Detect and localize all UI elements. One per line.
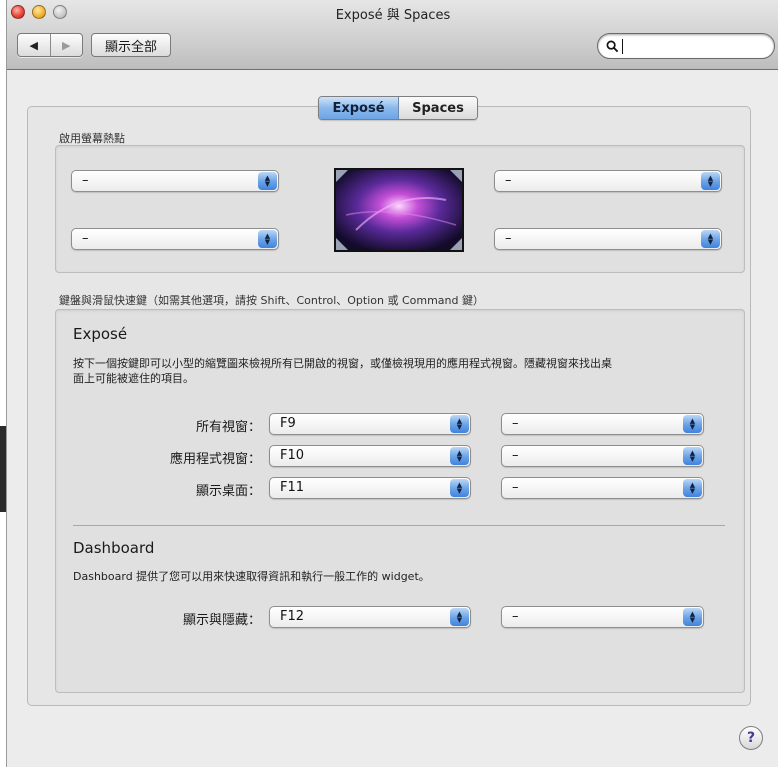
- show-desktop-label: 顯示桌面：: [195, 484, 261, 499]
- back-arrow-icon: ◀: [29, 38, 38, 52]
- application-windows-key-value: F10: [280, 448, 305, 463]
- application-windows-label: 應用程式視窗：: [169, 452, 261, 467]
- show-desktop-mouse-value: –: [512, 480, 519, 495]
- hot-corner-bottom-right-value: –: [505, 231, 512, 246]
- application-windows-key-popup[interactable]: F10 ▲ ▼: [269, 445, 471, 467]
- hot-corner-top-left-popup[interactable]: – ▲ ▼: [71, 170, 279, 192]
- show-all-button[interactable]: 顯示全部: [91, 33, 171, 57]
- hot-corner-top-right-popup[interactable]: – ▲ ▼: [494, 170, 722, 192]
- application-windows-mouse-value: –: [512, 448, 519, 463]
- popup-arrows-icon: ▲ ▼: [701, 172, 720, 190]
- popup-arrows-icon: ▲ ▼: [683, 447, 702, 465]
- popup-arrows-icon: ▲ ▼: [450, 608, 469, 626]
- back-forward-control: ◀ ▶: [17, 33, 83, 57]
- dashboard-mouse-popup[interactable]: – ▲ ▼: [501, 606, 704, 628]
- show-desktop-key-popup[interactable]: F11 ▲ ▼: [269, 477, 471, 499]
- all-windows-mouse-value: –: [512, 416, 519, 431]
- forward-arrow-icon: ▶: [62, 38, 71, 52]
- popup-arrows-icon: ▲ ▼: [701, 230, 720, 248]
- dashboard-key-value: F12: [280, 609, 305, 624]
- search-field[interactable]: [597, 33, 775, 59]
- window-title: Exposé 與 Spaces: [335, 8, 451, 23]
- hot-corner-bottom-left-popup[interactable]: – ▲ ▼: [71, 228, 279, 250]
- window-toolbar: Exposé 與 Spaces ◀ ▶ 顯示全部: [7, 0, 778, 70]
- all-windows-key-value: F9: [280, 416, 296, 431]
- application-windows-mouse-popup[interactable]: – ▲ ▼: [501, 445, 704, 467]
- tab-control: Exposé Spaces: [318, 96, 478, 120]
- back-button[interactable]: ◀: [18, 34, 51, 56]
- popup-arrows-icon: ▲ ▼: [450, 415, 469, 433]
- dashboard-description: Dashboard 提供了您可以用來快速取得資訊和執行一般工作的 widget。: [73, 570, 430, 583]
- expose-description-line-2: 面上可能被遮住的項目。: [73, 372, 194, 385]
- popup-arrows-icon: ▲ ▼: [450, 479, 469, 497]
- dashboard-key-popup[interactable]: F12 ▲ ▼: [269, 606, 471, 628]
- popup-arrows-icon: ▲ ▼: [683, 415, 702, 433]
- show-hide-dashboard-label: 顯示與隱藏：: [182, 613, 261, 628]
- help-question-icon: ?: [746, 730, 756, 746]
- shortcuts-section-label: 鍵盤與滑鼠快速鍵（如需其他選項，請按 Shift、Control、Option …: [59, 294, 484, 307]
- popup-arrows-icon: ▲ ▼: [258, 230, 277, 248]
- galaxy-wallpaper-image: [336, 170, 462, 250]
- popup-arrows-icon: ▲ ▼: [450, 447, 469, 465]
- hot-corner-bottom-left-value: –: [82, 231, 89, 246]
- all-windows-key-popup[interactable]: F9 ▲ ▼: [269, 413, 471, 435]
- hot-corner-top-right-value: –: [505, 173, 512, 188]
- tab-expose[interactable]: Exposé: [319, 97, 399, 119]
- preferences-window: Exposé 與 Spaces ◀ ▶ 顯示全部 Exposé Spaces 啟…: [6, 0, 778, 767]
- tab-spaces[interactable]: Spaces: [399, 97, 477, 119]
- screen-preview-thumbnail: [334, 168, 464, 252]
- show-desktop-key-value: F11: [280, 480, 305, 495]
- search-icon: [606, 40, 619, 52]
- forward-button[interactable]: ▶: [51, 34, 83, 56]
- dashboard-heading: Dashboard: [73, 539, 155, 557]
- hot-corner-bottom-right-popup[interactable]: – ▲ ▼: [494, 228, 722, 250]
- dashboard-mouse-value: –: [512, 609, 519, 624]
- hot-corner-top-left-value: –: [82, 173, 89, 188]
- hot-corners-label: 啟用螢幕熱點: [59, 132, 125, 145]
- text-cursor: [622, 38, 623, 54]
- all-windows-label: 所有視窗：: [195, 420, 261, 435]
- help-button[interactable]: ?: [739, 726, 763, 750]
- all-windows-mouse-popup[interactable]: – ▲ ▼: [501, 413, 704, 435]
- show-desktop-mouse-popup[interactable]: – ▲ ▼: [501, 477, 704, 499]
- popup-arrows-icon: ▲ ▼: [683, 608, 702, 626]
- popup-arrows-icon: ▲ ▼: [683, 479, 702, 497]
- expose-heading: Exposé: [73, 325, 128, 343]
- popup-arrows-icon: ▲ ▼: [258, 172, 277, 190]
- expose-description-line-1: 按下一個按鍵即可以小型的縮覽圖來檢視所有已開啟的視窗，或僅檢視現用的應用程式視窗…: [73, 357, 612, 370]
- section-divider: [73, 525, 725, 526]
